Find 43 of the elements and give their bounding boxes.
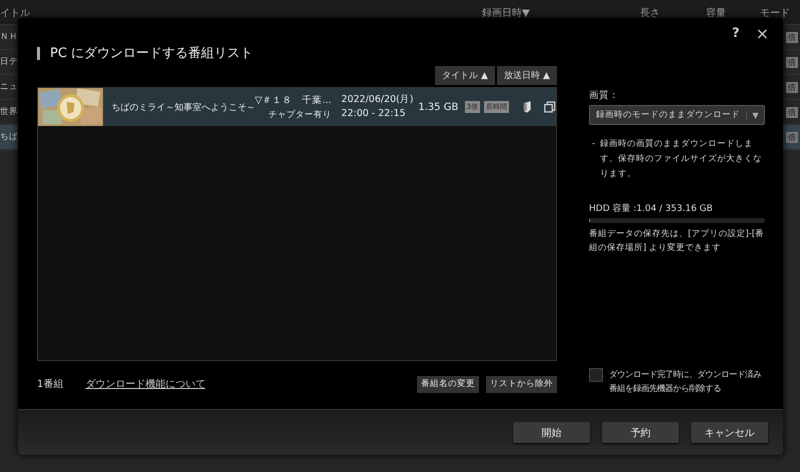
title-bar-icon [37, 46, 40, 60]
dialog-button[interactable]: 開始 [513, 422, 590, 443]
row-title: ちば [0, 131, 18, 143]
column-header[interactable]: イトル [0, 6, 30, 20]
mode-badge: 倍 [786, 32, 798, 42]
chapter-label: チャプター有り [268, 108, 332, 120]
mode-badge: 倍 [786, 132, 798, 142]
row-title: 世界 [0, 106, 18, 118]
program-title: ちばのミライ～知事室へようこそ～ [111, 102, 256, 114]
column-header[interactable]: 録画日時▼ [482, 6, 530, 20]
mode-badge: 倍 [786, 82, 798, 92]
sort-button[interactable]: 放送日時 ▲ [497, 66, 557, 85]
program-count: 1番組 [37, 378, 64, 391]
list-action-button[interactable]: 番組名の変更 [417, 376, 479, 392]
quality-dropdown[interactable]: 録画時のモードのままダウンロード ▼ [589, 105, 765, 125]
close-button[interactable]: × [756, 24, 769, 43]
row-title: 日テ [0, 56, 18, 68]
quality-label: 画質： [589, 89, 620, 102]
bullet-mark: - [591, 138, 596, 151]
copy-icon [544, 100, 556, 114]
episode-title: ▽＃１８ 千葉... [254, 94, 332, 106]
dialog-button[interactable]: キャンセル [691, 422, 768, 443]
row-title: ニュ [0, 81, 18, 93]
hdd-capacity: HDD 容量 :1.04 / 353.16 GB [589, 202, 714, 215]
column-header[interactable]: 容量 [706, 6, 726, 20]
storage-note: 番組データの保存先は、[アプリの設定]-[番組の保存場所] より変更できます [589, 228, 765, 255]
list-action-button[interactable]: リストから除外 [486, 376, 557, 392]
row-title: ＮＨ [0, 31, 18, 43]
sort-button[interactable]: タイトル ▲ [435, 66, 495, 85]
mode-badge: 倍 [786, 106, 798, 118]
mode-badge: 倍 [786, 56, 798, 68]
file-size: 1.35 GB [418, 102, 460, 112]
dialog-button[interactable]: 予約 [602, 422, 679, 443]
column-header[interactable]: 長さ [640, 6, 660, 20]
dialog-title: PC にダウンロードする番組リスト [50, 45, 254, 62]
broadcast-time: 22:00 - 22:15 [341, 108, 407, 120]
help-link[interactable]: ダウンロード機能について [85, 377, 206, 391]
column-header[interactable]: モード [760, 6, 790, 20]
delete-checkbox[interactable] [589, 368, 603, 382]
checkbox-label: ダウンロード完了時に、ダウンロード済み番組を録画先機器から削除する [609, 368, 762, 395]
broadcast-date: 2022/06/20(月) [341, 94, 414, 106]
help-button[interactable]: ? [732, 26, 740, 41]
quality-description: 録画時の画質のままダウンロードします。保存時のファイルサイズが大きくなります。 [600, 138, 764, 181]
